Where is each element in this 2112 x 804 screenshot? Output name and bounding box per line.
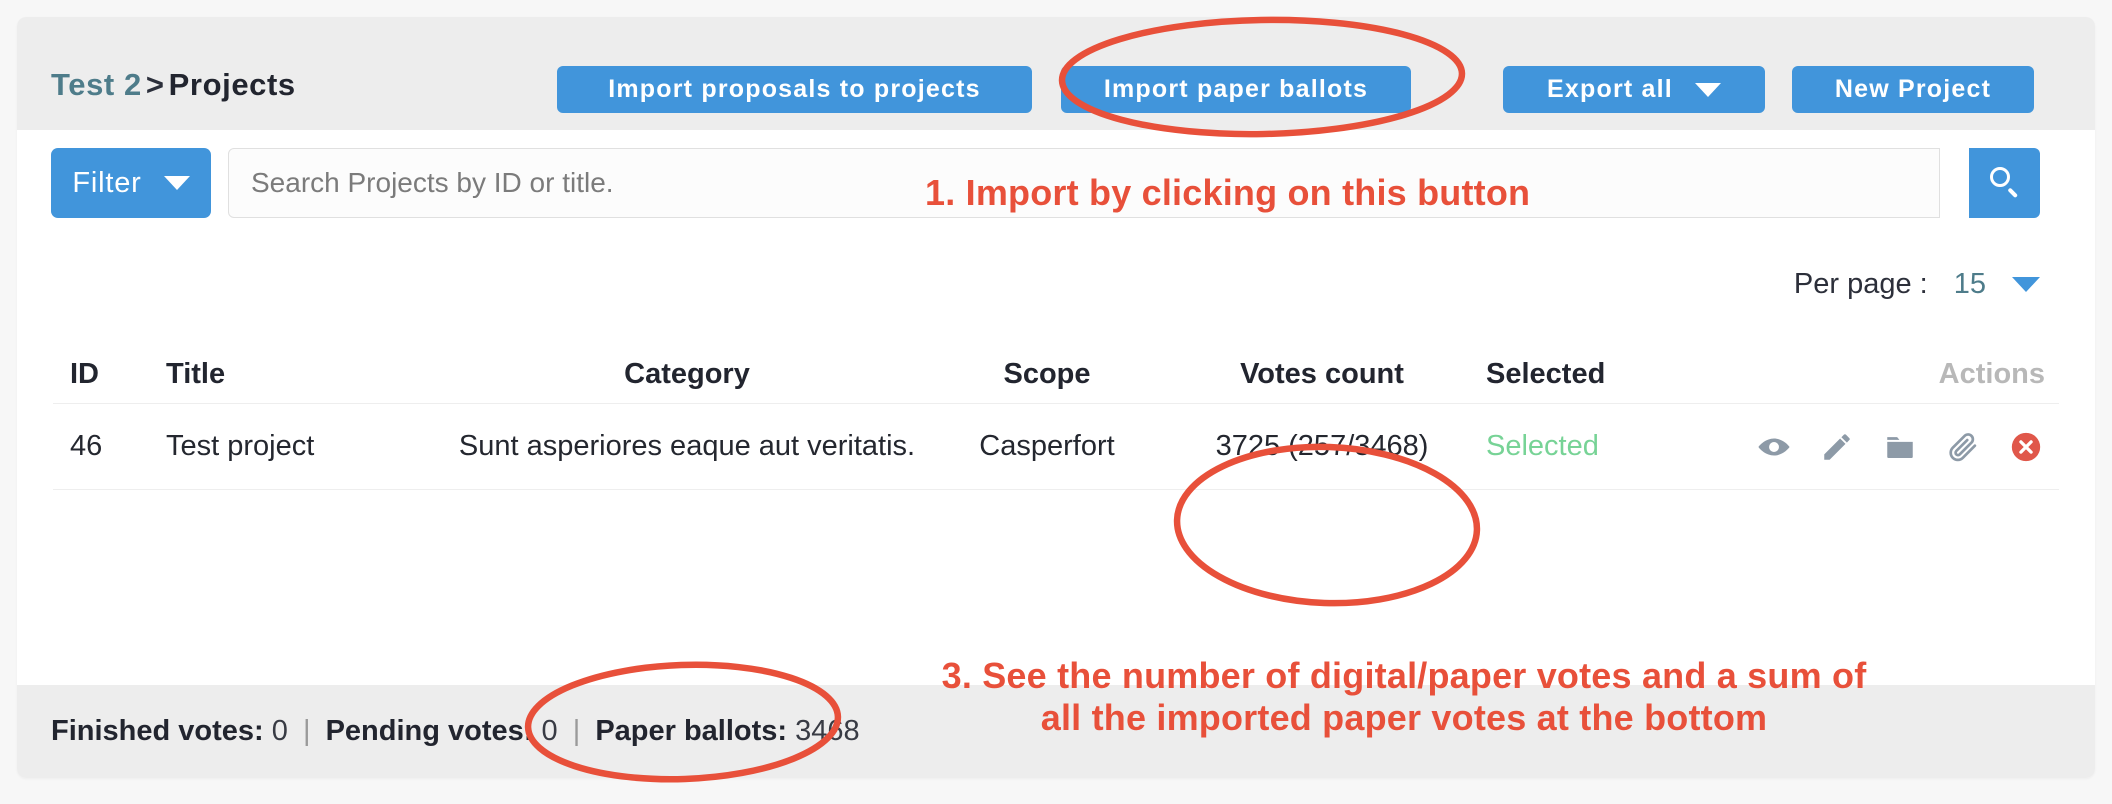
paper-ballots-label: Paper ballots: — [595, 715, 788, 747]
page-header: Test 2 > Projects Import proposals to proj… — [17, 17, 2095, 130]
chevron-down-icon — [163, 176, 190, 190]
chevron-down-icon[interactable] — [2012, 277, 2040, 292]
cell-selected-status: Selected — [1486, 430, 1599, 462]
annotation-step-3-line-2: all the imported paper votes at the bott… — [1040, 696, 1768, 738]
annotation-step-1: 1. Import by clicking on this button — [925, 172, 1531, 213]
cell-actions — [1736, 430, 2059, 464]
column-header-votes-count: Votes count — [1240, 357, 1404, 390]
cell-votes-count: 3725 (257/3468) — [1215, 430, 1429, 462]
pagination-row: Per page : 15 — [17, 240, 2095, 345]
finished-votes-label: Finished votes: — [51, 715, 264, 747]
paperclip-icon[interactable] — [1946, 430, 1980, 464]
filter-button[interactable]: Filter — [51, 148, 211, 218]
annotation-step-3: 3. See the number of digital/paper votes… — [854, 655, 1954, 739]
cell-category: Sunt asperiores eaque aut veritatis. — [458, 430, 916, 462]
per-page-control[interactable]: Per page : 15 — [1794, 268, 2040, 301]
pencil-icon[interactable] — [1820, 430, 1854, 464]
breadcrumb: Test 2 > Projects — [51, 67, 296, 103]
projects-table: ID Title Category Scope Votes count Sele… — [53, 345, 2059, 490]
cell-scope: Casperfort — [979, 430, 1115, 462]
footer-divider: | — [302, 715, 311, 747]
footer-divider: | — [572, 715, 581, 747]
breadcrumb-current: Projects — [168, 67, 296, 102]
footer-stats: Finished votes: 0 | Pending votes: 0 | P… — [17, 715, 860, 748]
new-project-button[interactable]: New Project — [1792, 66, 2034, 113]
import-paper-ballots-button[interactable]: Import paper ballots — [1061, 66, 1411, 113]
column-header-selected: Selected — [1486, 357, 1606, 390]
cell-title: Test project — [166, 430, 315, 462]
chevron-down-icon — [1694, 82, 1721, 97]
column-header-actions: Actions — [1938, 357, 2045, 390]
per-page-value[interactable]: 15 — [1954, 268, 1986, 301]
search-button[interactable] — [1969, 148, 2040, 218]
column-header-id: ID — [70, 357, 99, 390]
cell-id: 46 — [70, 430, 103, 462]
annotation-step-3-line-1: 3. See the number of digital/paper votes… — [941, 655, 1867, 696]
search-icon — [1988, 166, 2022, 200]
import-proposals-button[interactable]: Import proposals to projects — [557, 66, 1032, 113]
delete-circle-icon[interactable] — [2009, 430, 2043, 464]
column-header-scope: Scope — [1003, 357, 1091, 390]
table-header-row: ID Title Category Scope Votes count Sele… — [53, 345, 2059, 404]
export-all-label: Export all — [1547, 75, 1673, 103]
eye-icon[interactable] — [1757, 430, 1791, 464]
paper-ballots-value: 3468 — [795, 715, 860, 747]
breadcrumb-separator: > — [145, 67, 165, 102]
folder-icon[interactable] — [1883, 430, 1917, 464]
per-page-label: Per page : — [1793, 268, 1928, 300]
export-all-button[interactable]: Export all — [1503, 66, 1765, 113]
pending-votes-label: Pending votes: — [325, 715, 534, 747]
filter-label: Filter — [72, 166, 142, 199]
pending-votes-value: 0 — [541, 715, 558, 747]
breadcrumb-parent[interactable]: Test 2 — [51, 67, 142, 102]
column-header-title: Title — [166, 357, 226, 390]
finished-votes-value: 0 — [271, 715, 288, 747]
column-header-category: Category — [624, 357, 750, 390]
table-row[interactable]: 46 Test project Sunt asperiores eaque au… — [53, 404, 2059, 490]
